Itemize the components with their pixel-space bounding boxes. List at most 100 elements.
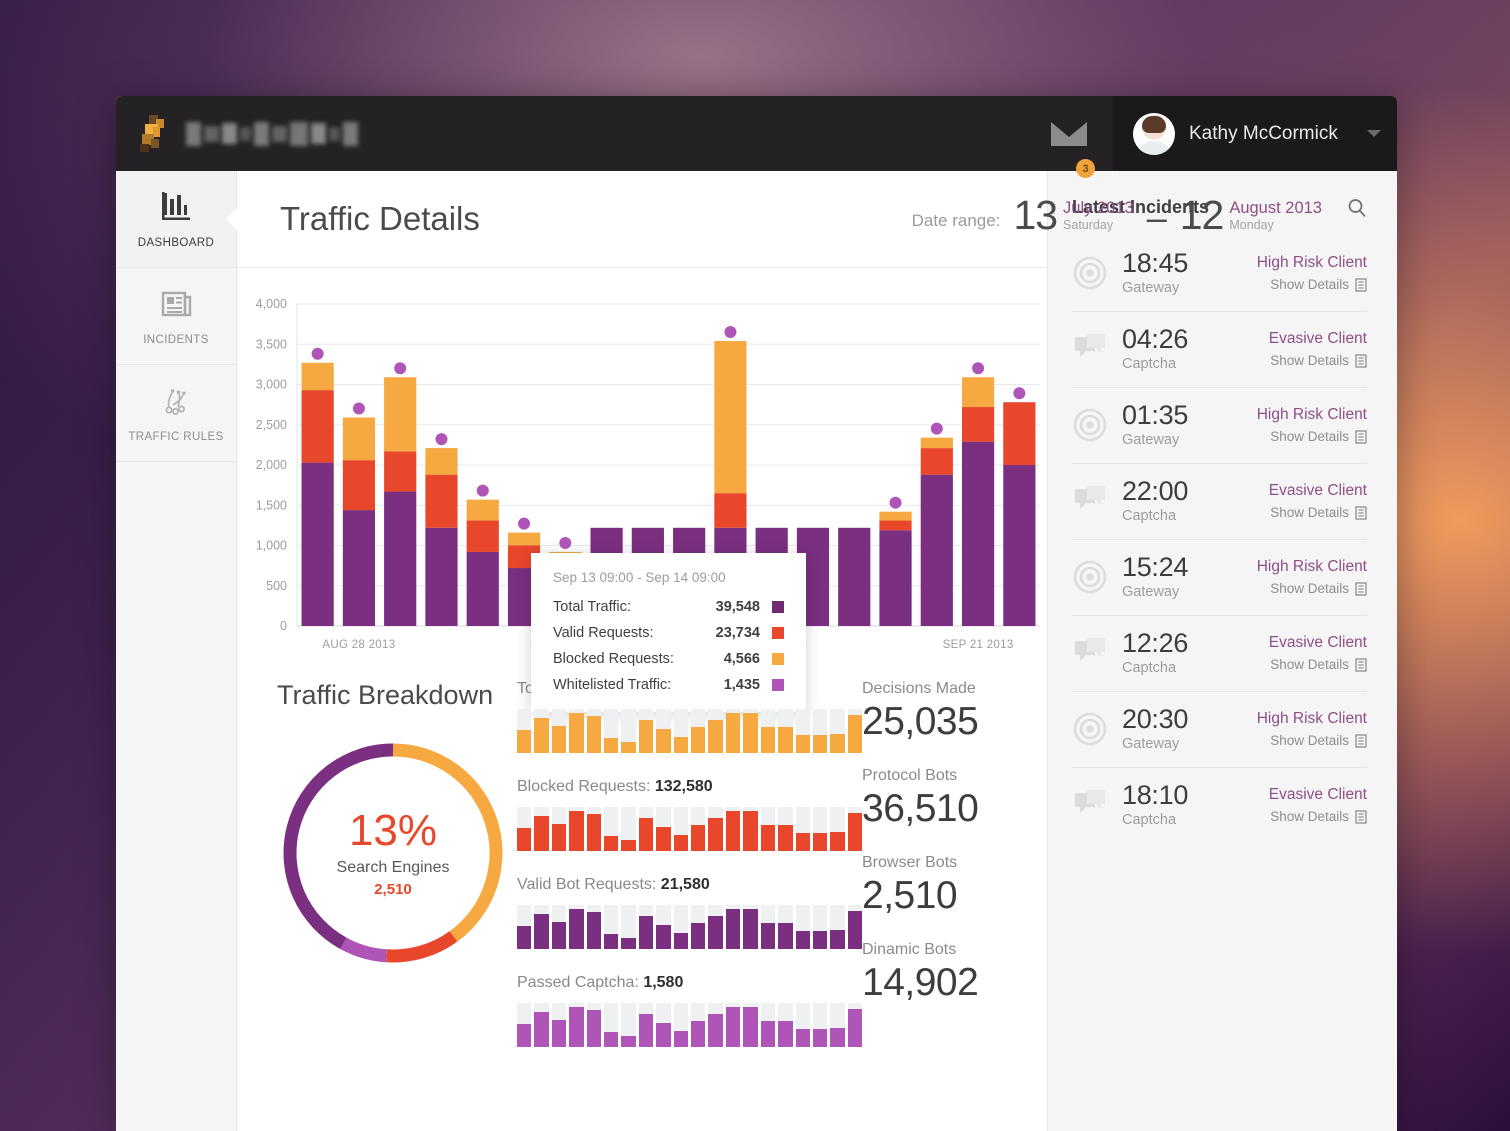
incident-source: Gateway — [1122, 736, 1180, 752]
document-icon[interactable] — [1355, 809, 1367, 824]
incident-row[interactable]: 01:35 Gateway High Risk Client Show Details — [1072, 388, 1367, 464]
incident-row[interactable]: 18:45 Gateway High Risk Client Show Details — [1072, 236, 1367, 312]
incident-row[interactable]: 18:10 Captcha Evasive Client Show Details — [1072, 768, 1367, 843]
document-icon[interactable] — [1355, 277, 1367, 292]
svg-text:AUG 28 2013: AUG 28 2013 — [322, 639, 395, 651]
incident-type[interactable]: High Risk Client — [1248, 558, 1367, 576]
logo-icon[interactable] — [139, 113, 173, 155]
sparkline-bar — [551, 709, 567, 753]
sparkline-bar — [638, 1003, 654, 1047]
tooltip-row-value: 4,566 — [723, 651, 760, 667]
incident-row[interactable]: 15:24 Gateway High Risk Client Show Details — [1072, 540, 1367, 616]
date-range-start[interactable]: 13 July 2013 Saturday — [1013, 195, 1133, 236]
metric-sparkline[interactable] — [517, 709, 863, 753]
sidebar-item-dashboard[interactable]: DASHBOARD — [116, 171, 236, 268]
stat-value: 14,902 — [862, 960, 979, 1004]
metric-label-text: Valid Bot Requests: — [517, 876, 657, 893]
top-bar: 3 Kathy McCormick — [116, 96, 1397, 178]
sparkline-bar — [812, 1003, 828, 1047]
metric-block: Valid Bot Requests: 21,580 — [517, 876, 863, 949]
incident-type[interactable]: Evasive Client — [1248, 786, 1367, 804]
page-header: Traffic Details Date range: 13 July 2013… — [237, 171, 1322, 268]
incident-row[interactable]: 04:26 Captcha Evasive Client Show Details — [1072, 312, 1367, 388]
incident-type[interactable]: Evasive Client — [1248, 482, 1367, 500]
sparkline-bar — [778, 807, 793, 851]
document-icon[interactable] — [1355, 429, 1367, 444]
incident-time-block: 18:45 Gateway — [1122, 250, 1234, 297]
incident-row[interactable]: 22:00 Captcha Evasive Client Show Details — [1072, 464, 1367, 540]
tooltip-row-label: Total Traffic: — [553, 599, 631, 615]
app-window: 3 Kathy McCormick DASHBOARD INCIDENTS TR… — [116, 96, 1397, 1131]
document-icon[interactable] — [1355, 733, 1367, 748]
sparkline-bar — [795, 709, 810, 753]
sidebar-item-label: TRAFFIC RULES — [128, 431, 224, 443]
metric-value: 1,580 — [643, 974, 684, 991]
incident-detail-block: Evasive Client Show Details — [1248, 330, 1367, 368]
donut-chart[interactable]: 13% Search Engines 2,510 — [273, 733, 513, 973]
sparkline-bar — [743, 807, 758, 851]
stat-value: 36,510 — [862, 786, 979, 830]
sparkline-bar — [673, 905, 689, 949]
message-count-badge: 3 — [1076, 159, 1095, 178]
user-name: Kathy McCormick — [1189, 122, 1338, 144]
date-range-picker[interactable]: Date range: 13 July 2013 Saturday – 12 A… — [912, 195, 1322, 239]
playbook-icon — [165, 388, 186, 415]
incident-detail-block: Evasive Client Show Details — [1248, 786, 1367, 824]
show-details-link[interactable]: Show Details — [1248, 429, 1367, 444]
metric-label: Blocked Requests: 132,580 — [517, 778, 862, 796]
show-details-link[interactable]: Show Details — [1248, 505, 1367, 520]
document-icon[interactable] — [1355, 505, 1367, 520]
sparkline-bar — [569, 905, 584, 949]
incident-type[interactable]: High Risk Client — [1248, 710, 1367, 728]
incident-type[interactable]: High Risk Client — [1248, 406, 1367, 424]
start-day: 13 — [1013, 192, 1058, 238]
metric-sparkline[interactable] — [517, 807, 863, 851]
sparkline-bar — [551, 1003, 567, 1047]
messages-button[interactable]: 3 — [1051, 96, 1113, 178]
show-details-link[interactable]: Show Details — [1248, 809, 1367, 824]
user-menu[interactable]: Kathy McCormick — [1113, 96, 1397, 171]
incident-detail-block: Evasive Client Show Details — [1248, 634, 1367, 672]
donut-percent: 13% — [348, 805, 438, 855]
sparkline-bar — [708, 709, 723, 753]
sparkline-bar — [795, 807, 810, 851]
sparkline-bar — [812, 709, 828, 753]
incident-type[interactable]: Evasive Client — [1248, 634, 1367, 652]
date-range-end[interactable]: 12 August 2013 Monday — [1180, 195, 1322, 236]
document-icon[interactable] — [1355, 581, 1367, 596]
show-details-link[interactable]: Show Details — [1248, 277, 1367, 292]
tooltip-row-value: 1,435 — [723, 677, 760, 693]
show-details-link[interactable]: Show Details — [1248, 353, 1367, 368]
sparkline-bar — [830, 807, 845, 851]
metric-sparkline[interactable] — [517, 1003, 863, 1047]
incident-type[interactable]: High Risk Client — [1248, 254, 1367, 272]
show-details-link[interactable]: Show Details — [1248, 657, 1367, 672]
show-details-link[interactable]: Show Details — [1248, 733, 1367, 748]
traffic-chart[interactable]: 0 500 1,000 1,500 2,000 2,500 3,000 3,500 4,000 A… — [237, 268, 1047, 712]
sidebar-item-incidents[interactable]: INCIDENTS — [116, 268, 236, 365]
chevron-down-icon[interactable] — [1367, 130, 1381, 137]
sparkline-bar — [638, 709, 654, 753]
incident-row[interactable]: 20:30 Gateway High Risk Client Show Details — [1072, 692, 1367, 768]
search-icon[interactable] — [1347, 198, 1367, 218]
incident-source: Gateway — [1122, 280, 1180, 296]
stat-column: Decisions Made 25,035 Protocol Bots 36,5… — [862, 680, 1047, 1072]
incident-type[interactable]: Evasive Client — [1248, 330, 1367, 348]
stat-label: Browser Bots — [862, 853, 958, 871]
sidebar-item-traffic-rules[interactable]: TRAFFIC RULES — [116, 365, 236, 462]
sparkline-bar — [691, 709, 706, 753]
incident-row[interactable]: 12:26 Captcha Evasive Client Show Details — [1072, 616, 1367, 692]
incident-source: Captcha — [1122, 356, 1177, 372]
show-details-link[interactable]: Show Details — [1248, 581, 1367, 596]
document-icon[interactable] — [1355, 353, 1367, 368]
chat-icon — [1075, 486, 1105, 509]
sparkline-bar — [743, 1003, 758, 1047]
sparkline-bar — [725, 807, 741, 851]
donut-center-label: 13% Search Engines 2,510 — [273, 733, 513, 973]
logo-wordmark — [186, 121, 358, 147]
metric-sparkline[interactable] — [517, 905, 863, 949]
metric-label: Valid Bot Requests: 21,580 — [517, 876, 862, 894]
sparkline-bar — [725, 905, 741, 949]
document-icon[interactable] — [1355, 657, 1367, 672]
sparkline-bar — [778, 905, 793, 949]
